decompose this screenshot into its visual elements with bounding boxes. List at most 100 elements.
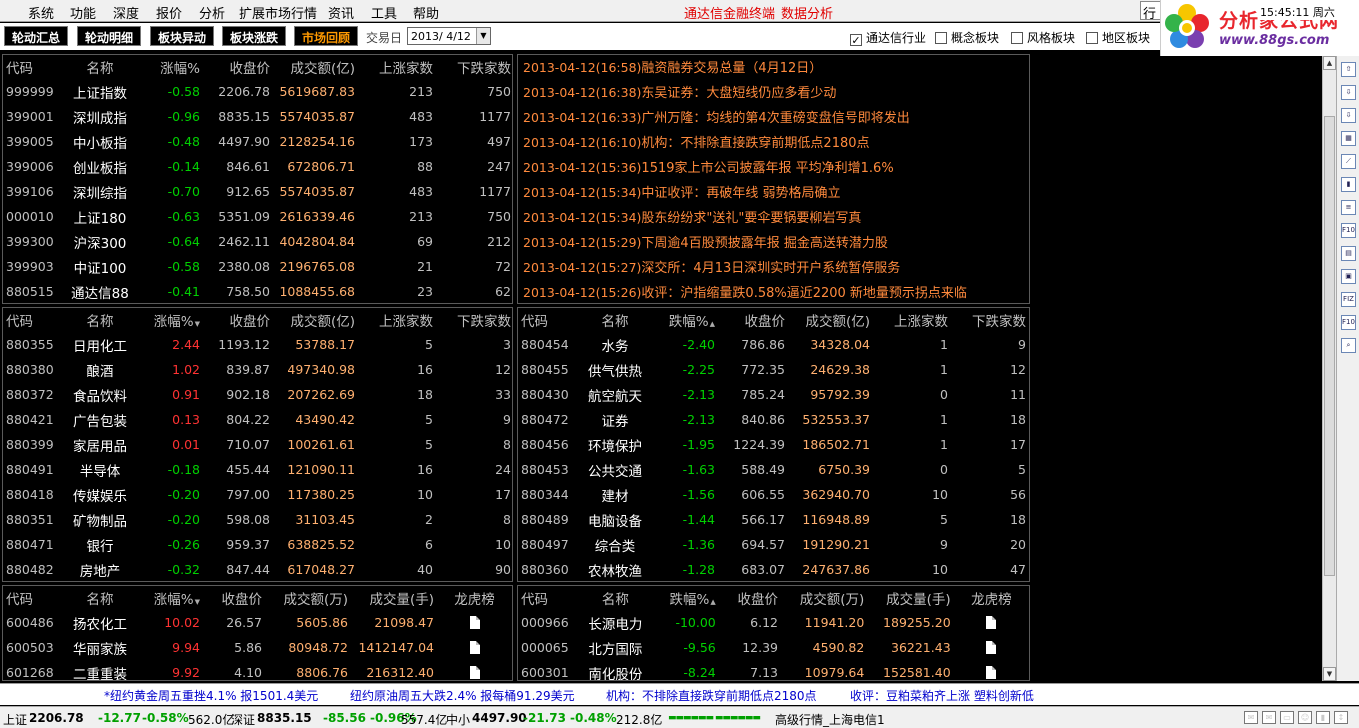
- table-row[interactable]: 399001 深圳成指 -0.96 8835.15 5574035.87 483 1177: [3, 104, 512, 129]
- chevron-down-icon[interactable]: ▼: [476, 28, 490, 44]
- zx-label[interactable]: 中小: [446, 711, 470, 728]
- user-icon[interactable]: ☺: [1298, 711, 1312, 724]
- col-change-sorted[interactable]: 涨幅%▼: [139, 308, 203, 332]
- col-close[interactable]: 收盘价: [719, 586, 781, 610]
- news-item[interactable]: 2013-04-12(15:36)1519家上市公司披露年报 平均净利增1.6%: [518, 155, 1029, 180]
- table-row[interactable]: 880372 食品饮料 0.91 902.18 207262.69 18 33: [3, 382, 512, 407]
- ticker-item[interactable]: *纽约黄金周五重挫4.1% 报1501.4美元: [104, 687, 318, 704]
- table-row[interactable]: 399005 中小板指 -0.48 4497.90 2128254.16 173 497: [3, 129, 512, 154]
- table-row[interactable]: 880344 建材 -1.56 606.55 362940.70 10 56: [518, 482, 1029, 507]
- table-row[interactable]: 880351 矿物制品 -0.20 598.08 31103.45 2 8: [3, 507, 512, 532]
- menu-function[interactable]: 功能: [70, 3, 96, 22]
- col-name[interactable]: 名称: [61, 55, 139, 79]
- menu-help[interactable]: 帮助: [413, 3, 439, 22]
- news-item[interactable]: 2013-04-12(16:38)东吴证券：大盘短线仍应多看少动: [518, 80, 1029, 105]
- dragon-tiger-cell[interactable]: [954, 610, 1029, 635]
- table-row[interactable]: 880360 农林牧渔 -1.28 683.07 247637.86 10 47: [518, 557, 1029, 581]
- col-name[interactable]: 名称: [576, 308, 654, 332]
- document-icon[interactable]: [986, 616, 997, 629]
- news-item[interactable]: 2013-04-12(15:29)下周逾4百股预披露年报 掘金高送转潜力股: [518, 230, 1029, 255]
- table-row[interactable]: 880471 银行 -0.26 959.37 638825.52 6 10: [3, 532, 512, 557]
- vertical-scrollbar[interactable]: ▲ ▼: [1322, 56, 1336, 681]
- tab-rotation-detail[interactable]: 轮动明细: [77, 26, 142, 46]
- arrow-down-icon[interactable]: ⇩: [1341, 85, 1356, 100]
- filter-concept[interactable]: 概念板块: [935, 29, 999, 46]
- filter-style[interactable]: 风格板块: [1011, 29, 1075, 46]
- news-item[interactable]: 2013-04-12(15:27)深交所：4月13日深圳实时开户系统暂停服务: [518, 255, 1029, 280]
- trade-date-select[interactable]: 2013/ 4/12 ▼: [407, 27, 491, 45]
- table-row[interactable]: 880455 供气供热 -2.25 772.35 24629.38 1 12: [518, 357, 1029, 382]
- news-title[interactable]: 融资融券交易总量（4月12日）: [641, 61, 822, 76]
- table-row[interactable]: 880453 公共交通 -1.63 588.49 6750.39 0 5: [518, 457, 1029, 482]
- server-name[interactable]: 高级行情_上海电信1: [775, 711, 885, 728]
- news-title[interactable]: 机构：不排除直接跌穿前期低点2180点: [641, 136, 869, 151]
- col-change-sorted[interactable]: 跌幅%▲: [654, 308, 718, 332]
- table-row[interactable]: 600301 南化股份 -8.24 7.13 10979.64 152581.40: [518, 660, 1029, 680]
- speed-icon[interactable]: ↕: [1334, 711, 1348, 724]
- scroll-thumb[interactable]: [1324, 116, 1335, 576]
- menu-tools[interactable]: 工具: [371, 3, 397, 22]
- table-row[interactable]: 880418 传媒娱乐 -0.20 797.00 117380.25 10 17: [3, 482, 512, 507]
- col-close[interactable]: 收盘价: [203, 586, 265, 610]
- stack-icon[interactable]: ≡: [1341, 200, 1356, 215]
- mail-icon[interactable]: ✉: [1244, 711, 1258, 724]
- dragon-tiger-cell[interactable]: [437, 610, 512, 635]
- window-icon[interactable]: ▭: [1280, 711, 1294, 724]
- col-change[interactable]: 涨幅%: [139, 55, 203, 79]
- news-title[interactable]: 股东纷纷求"送礼"要伞要锅要柳岩写真: [641, 211, 861, 226]
- tab-sector-anomaly[interactable]: 板块异动: [150, 26, 215, 46]
- table-row[interactable]: 880472 证券 -2.13 840.86 532553.37 1 18: [518, 407, 1029, 432]
- checkbox-icon[interactable]: [935, 32, 947, 44]
- col-amount[interactable]: 成交额(亿): [788, 308, 873, 332]
- col-close[interactable]: 收盘价: [718, 308, 788, 332]
- table-row[interactable]: 000010 上证180 -0.63 5351.09 2616339.46 213 750: [3, 204, 512, 229]
- table-row[interactable]: 399903 中证100 -0.58 2380.08 2196765.08 21 72: [3, 254, 512, 279]
- table-row[interactable]: 399300 沪深300 -0.64 2462.11 4042804.84 69 212: [3, 229, 512, 254]
- col-volume[interactable]: 成交量(手): [351, 586, 437, 610]
- scroll-up-icon[interactable]: ▲: [1323, 56, 1336, 70]
- checkbox-icon[interactable]: [1011, 32, 1023, 44]
- col-up-count[interactable]: 上涨家数: [358, 55, 436, 79]
- table-row[interactable]: 880380 酿酒 1.02 839.87 497340.98 16 12: [3, 357, 512, 382]
- col-down-count[interactable]: 下跌家数: [436, 308, 512, 332]
- document-icon[interactable]: [469, 641, 480, 654]
- col-code[interactable]: 代码: [3, 55, 61, 79]
- brand-terminal[interactable]: 通达信金融终端: [684, 3, 775, 22]
- doc-icon[interactable]: ▤: [1341, 246, 1356, 261]
- col-code[interactable]: 代码: [518, 308, 576, 332]
- news-title[interactable]: 收评：沪指缩量跌0.58%逼近2200 新地量预示拐点来临: [641, 286, 967, 301]
- grid-icon[interactable]: ▦: [1341, 131, 1356, 146]
- document-icon[interactable]: [469, 616, 480, 629]
- tab-rotation-summary[interactable]: 轮动汇总: [4, 26, 69, 46]
- col-amount[interactable]: 成交额(亿): [273, 55, 358, 79]
- table-row[interactable]: 880482 房地产 -0.32 847.44 617048.27 40 90: [3, 557, 512, 581]
- checkbox-icon[interactable]: [1086, 32, 1098, 44]
- table-row[interactable]: 880355 日用化工 2.44 1193.12 53788.17 5 3: [3, 332, 512, 357]
- col-down-count[interactable]: 下跌家数: [436, 55, 512, 79]
- news-item[interactable]: 2013-04-12(16:33)广州万隆：均线的第4次重磅变盘信号即将发出: [518, 105, 1029, 130]
- table-row[interactable]: 880430 航空航天 -2.13 785.24 95792.39 0 11: [518, 382, 1029, 407]
- table-row[interactable]: 000966 长源电力 -10.00 6.12 11941.20 189255.20: [518, 610, 1029, 635]
- table-row[interactable]: 000065 北方国际 -9.56 12.39 4590.82 36221.43: [518, 635, 1029, 660]
- col-up-count[interactable]: 上涨家数: [358, 308, 436, 332]
- f10-icon[interactable]: F10: [1341, 315, 1356, 330]
- dragon-tiger-cell[interactable]: [437, 635, 512, 660]
- col-name[interactable]: 名称: [576, 586, 654, 610]
- news-item[interactable]: 2013-04-12(15:26)收评：沪指缩量跌0.58%逼近2200 新地量…: [518, 280, 1029, 305]
- col-dragon-tiger[interactable]: 龙虎榜: [437, 586, 512, 610]
- col-close[interactable]: 收盘价: [203, 308, 273, 332]
- news-title[interactable]: 东吴证券：大盘短线仍应多看少动: [641, 86, 836, 101]
- table-row[interactable]: 880456 环境保护 -1.95 1224.39 186502.71 1 17: [518, 432, 1029, 457]
- news-item[interactable]: 2013-04-12(16:10)机构：不排除直接跌穿前期低点2180点: [518, 130, 1029, 155]
- table-row[interactable]: 600486 扬农化工 10.02 26.57 5605.86 21098.47: [3, 610, 512, 635]
- ticker-item[interactable]: 纽约原油周五大跌2.4% 报每桶91.29美元: [350, 687, 575, 704]
- arrow-up-icon[interactable]: ⇧: [1341, 62, 1356, 77]
- table-row[interactable]: 880515 通达信88 -0.41 758.50 1088455.68 23 62: [3, 279, 512, 303]
- dragon-tiger-cell[interactable]: [437, 660, 512, 680]
- news-title[interactable]: 广州万隆：均线的第4次重磅变盘信号即将发出: [641, 111, 909, 126]
- col-dragon-tiger[interactable]: 龙虎榜: [954, 586, 1029, 610]
- candle-icon[interactable]: ▮: [1341, 177, 1356, 192]
- checkbox-checked-icon[interactable]: ✓: [850, 34, 862, 46]
- news-title[interactable]: 1519家上市公司披露年报 平均净利增1.6%: [641, 161, 893, 176]
- calendar-icon[interactable]: ▣: [1341, 269, 1356, 284]
